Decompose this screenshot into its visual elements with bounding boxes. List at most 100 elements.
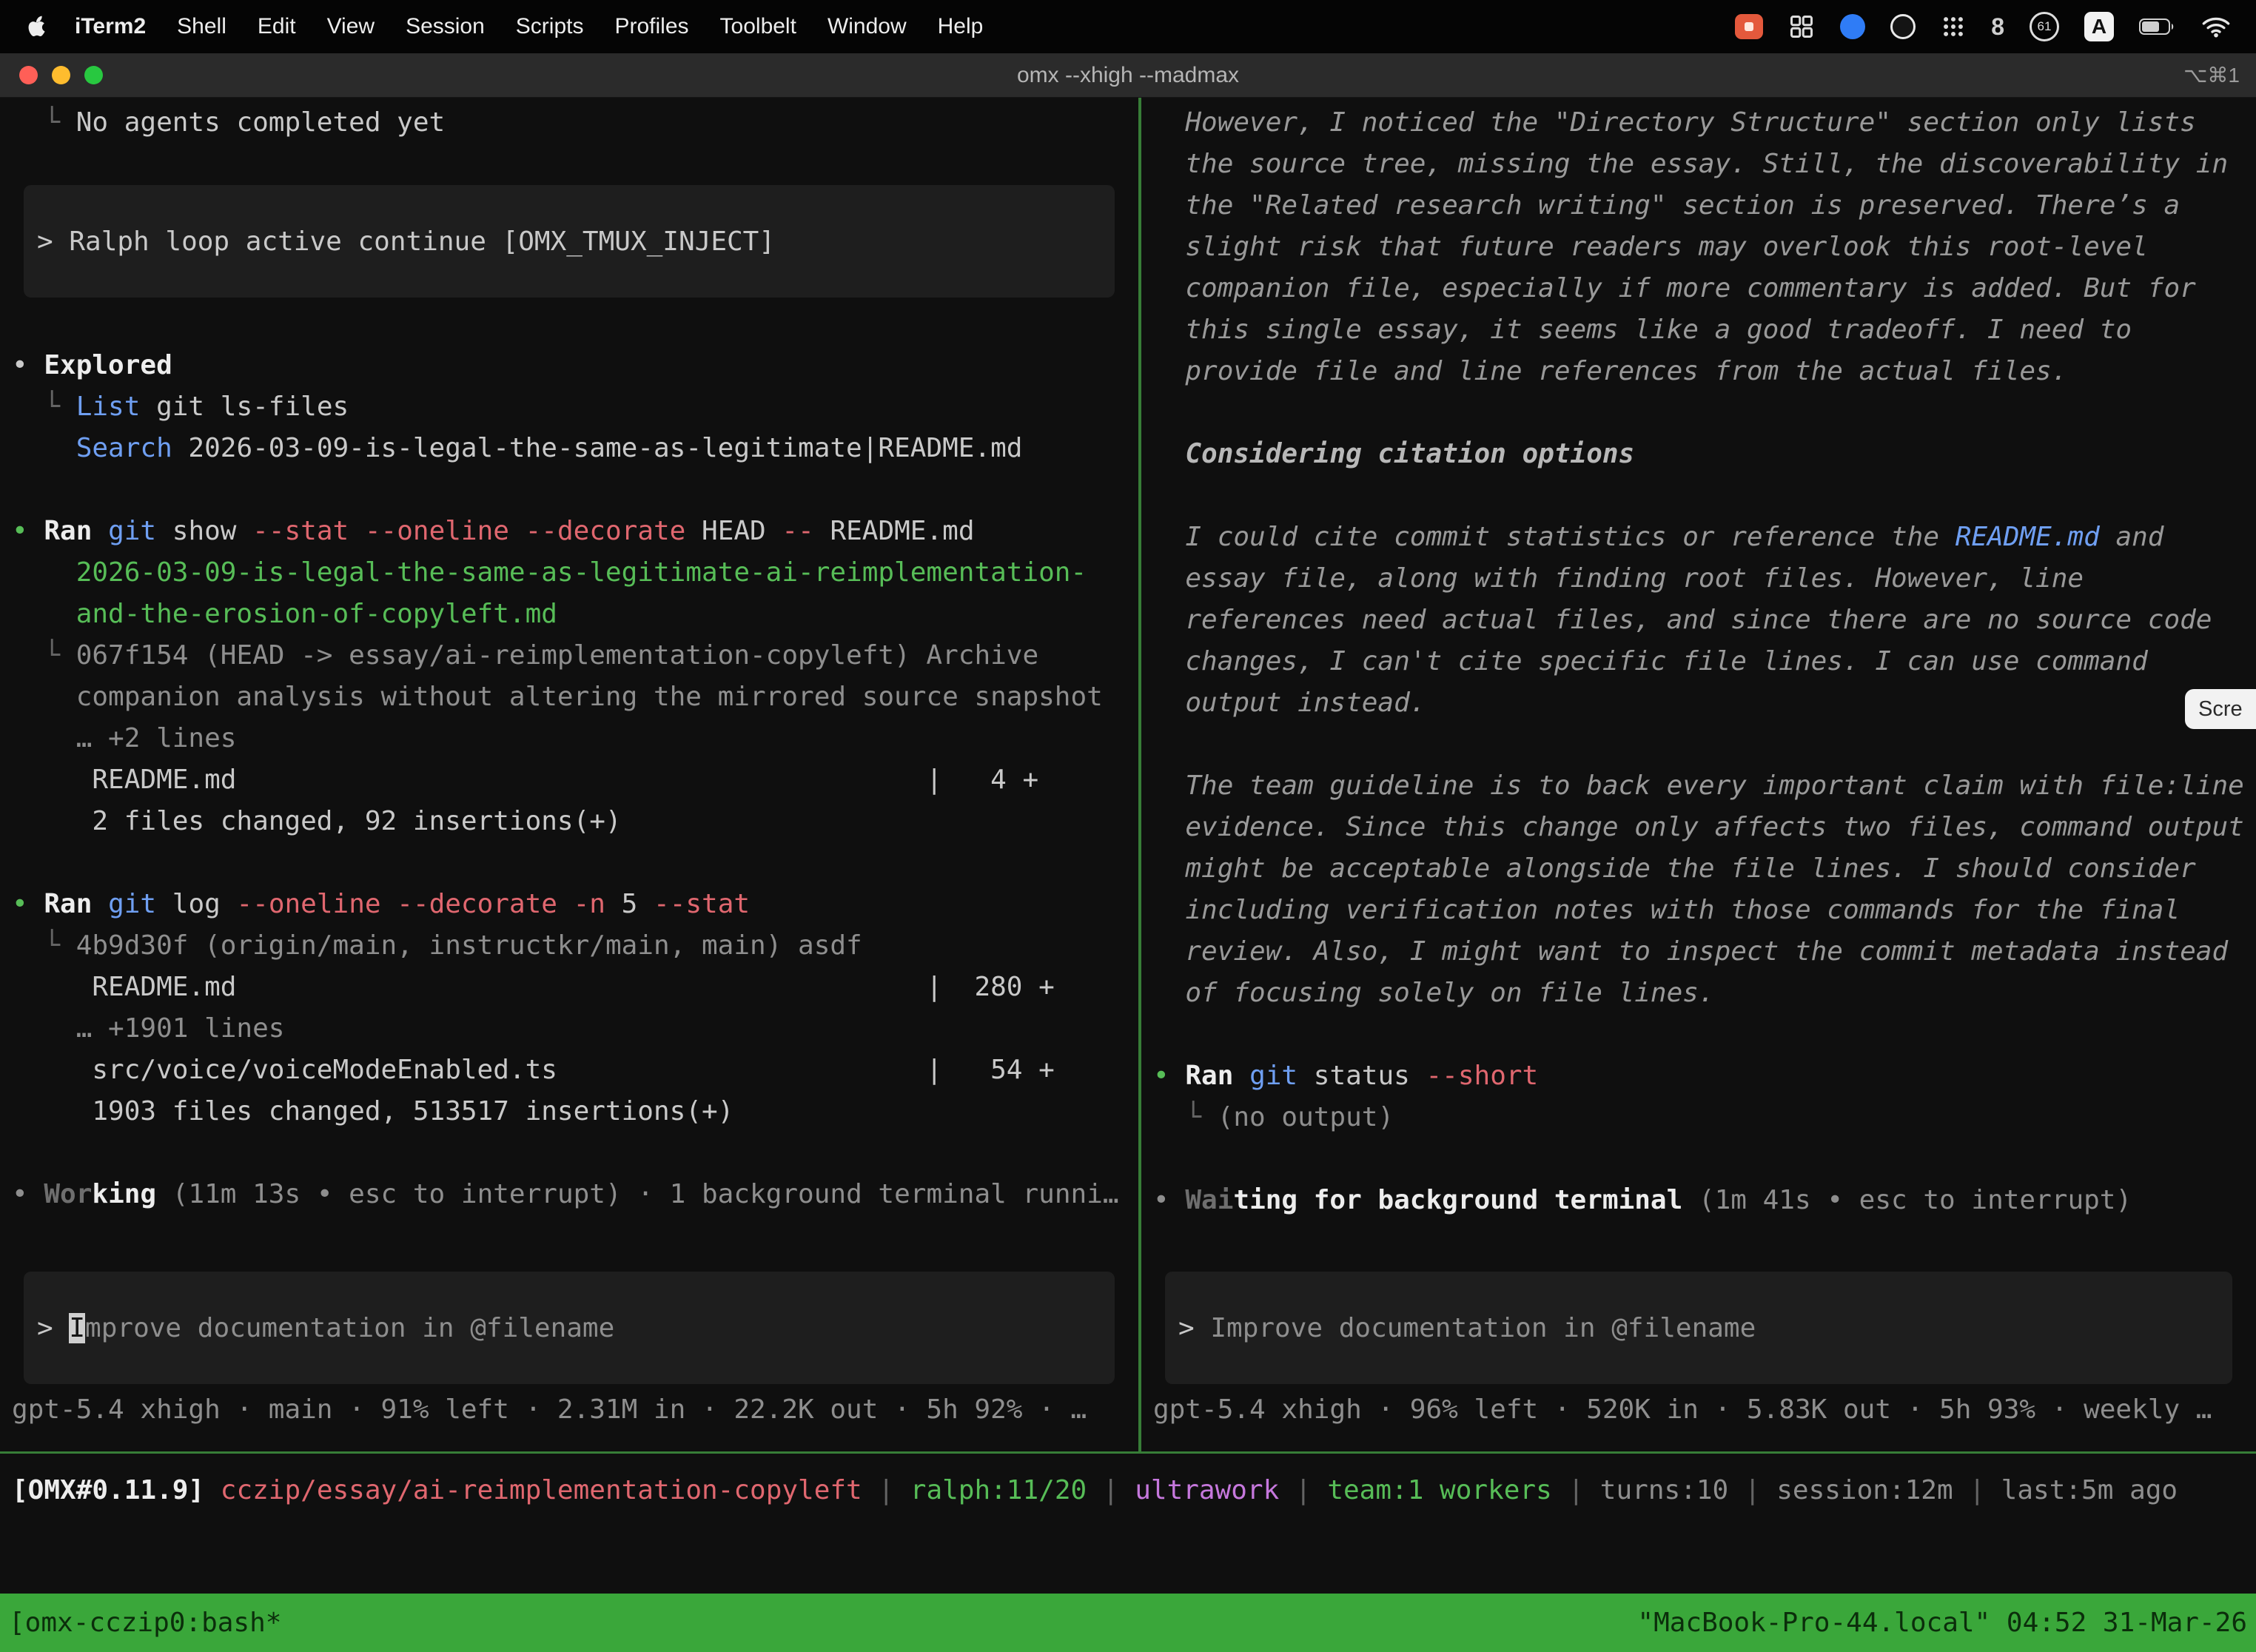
- dots-grid-icon[interactable]: [1941, 10, 1966, 43]
- window-grid-icon[interactable]: [1788, 10, 1815, 43]
- session-status-left: gpt-5.4 xhigh · main · 91% left · 2.31M …: [12, 1389, 1127, 1431]
- battery-icon[interactable]: [2139, 10, 2176, 43]
- screen-record-indicator-icon[interactable]: [1735, 14, 1763, 39]
- menu-bar: iTerm2 Shell Edit View Session Scripts P…: [0, 0, 2256, 53]
- wifi-icon[interactable]: [2201, 10, 2231, 43]
- left-pane-lines: • Explored └ List git ls-files Search 20…: [12, 345, 1127, 1215]
- terminal-line: … +1901 lines: [12, 1008, 1127, 1050]
- terminal-line: including verification notes with those …: [1153, 890, 2244, 931]
- terminal-line: • Ran git show --stat --oneline --decora…: [12, 511, 1127, 552]
- prompt-input-right[interactable]: > Improve documentation in @filename: [1165, 1272, 2232, 1384]
- menu-item-profiles[interactable]: Profiles: [599, 14, 704, 39]
- session-status-right: gpt-5.4 xhigh · 96% left · 520K in · 5.8…: [1153, 1389, 2244, 1431]
- terminal-line: [1153, 392, 2244, 434]
- terminal-line: [12, 144, 1127, 185]
- tmux-panes: └ No agents completed yet > Ralph loop a…: [0, 98, 2256, 1454]
- terminal-pane-right[interactable]: However, I noticed the "Directory Struct…: [1141, 98, 2256, 1451]
- left-pane-top-lines: └ No agents completed yet: [12, 102, 1127, 185]
- traffic-lights: [0, 66, 103, 84]
- terminal-line: src/voice/voiceModeEnabled.ts | 54 +: [12, 1050, 1127, 1091]
- terminal-line: and-the-erosion-of-copyleft.md: [12, 594, 1127, 635]
- terminal-line: essay file, along with finding root file…: [1153, 558, 2244, 600]
- terminal-line: [12, 1132, 1127, 1174]
- menu-item-view[interactable]: View: [312, 14, 390, 39]
- terminal-line: Considering citation options: [1153, 434, 2244, 475]
- menu-item-toolbelt[interactable]: Toolbelt: [705, 14, 812, 39]
- tmux-session-label: [omx-cczip0:bash*: [9, 1608, 281, 1638]
- window-title: omx --xhigh --madmax: [0, 63, 2256, 88]
- terminal-line: [1153, 1138, 2244, 1180]
- zoom-button[interactable]: [84, 66, 103, 84]
- terminal-line: this single essay, it seems like a good …: [1153, 309, 2244, 351]
- input-source-icon[interactable]: A: [2084, 12, 2114, 41]
- window-shortcut-badge: ⌥⌘1: [2183, 63, 2256, 87]
- desktop: { "colors": { "terminal_bg": "#0f0f0f", …: [0, 0, 2256, 1652]
- terminal-pane-left[interactable]: └ No agents completed yet > Ralph loop a…: [0, 98, 1138, 1451]
- terminal-line: • Waiting for background terminal (1m 41…: [1153, 1180, 2244, 1221]
- terminal-line: companion analysis without altering the …: [12, 676, 1127, 718]
- menu-item-session[interactable]: Session: [390, 14, 500, 39]
- terminal-line: Search 2026-03-09-is-legal-the-same-as-l…: [12, 428, 1127, 469]
- terminal-line: output instead.: [1153, 682, 2244, 724]
- terminal-line: The team guideline is to back every impo…: [1153, 765, 2244, 807]
- terminal-line: the source tree, missing the essay. Stil…: [1153, 144, 2244, 185]
- terminal-line: └ 067f154 (HEAD -> essay/ai-reimplementa…: [12, 635, 1127, 676]
- terminal-line: [12, 469, 1127, 511]
- close-button[interactable]: [19, 66, 38, 84]
- menu-item-help[interactable]: Help: [922, 14, 999, 39]
- terminal-line: [1153, 1014, 2244, 1055]
- terminal-line: • Ran git log --oneline --decorate -n 5 …: [12, 884, 1127, 925]
- dark-app-icon[interactable]: [1890, 14, 1916, 39]
- terminal-line: I could cite commit statistics or refere…: [1153, 517, 2244, 558]
- terminal-line: … +2 lines: [12, 718, 1127, 759]
- terminal-line: [12, 842, 1127, 884]
- terminal-line: companion file, especially if more comme…: [1153, 268, 2244, 309]
- terminal-window: └ No agents completed yet > Ralph loop a…: [0, 98, 2256, 1594]
- terminal-line: • Ran git status --short: [1153, 1055, 2244, 1097]
- prompt-input-left[interactable]: > Improve documentation in @filename: [24, 1272, 1115, 1384]
- terminal-line: references need actual files, and since …: [1153, 600, 2244, 641]
- window-title-bar: omx --xhigh --madmax ⌥⌘1: [0, 53, 2256, 98]
- terminal-line: └ (no output): [1153, 1097, 2244, 1138]
- apple-logo-icon: [25, 10, 47, 43]
- app-badge-8-icon[interactable]: 8: [1991, 10, 2004, 43]
- terminal-line: [1153, 724, 2244, 765]
- terminal-line: provide file and line references from th…: [1153, 351, 2244, 392]
- terminal-line: • Working (11m 13s • esc to interrupt) ·…: [12, 1174, 1127, 1215]
- terminal-line: README.md | 280 +: [12, 967, 1127, 1008]
- terminal-line: changes, I can't cite specific file line…: [1153, 641, 2244, 682]
- menu-item-iterm2[interactable]: iTerm2: [59, 14, 161, 39]
- right-pane-lines: However, I noticed the "Directory Struct…: [1153, 102, 2244, 1221]
- terminal-line: 1903 files changed, 513517 insertions(+): [12, 1091, 1127, 1132]
- terminal-line: might be acceptable alongside the file l…: [1153, 848, 2244, 890]
- terminal-line: └ List git ls-files: [12, 386, 1127, 428]
- terminal-line: └ 4b9d30f (origin/main, instructkr/main,…: [12, 925, 1127, 967]
- screen-share-tab[interactable]: Scre: [2185, 689, 2256, 729]
- screen-share-tab-label: Scre: [2198, 697, 2243, 722]
- blue-app-icon[interactable]: [1840, 14, 1865, 39]
- terminal-line: However, I noticed the "Directory Struct…: [1153, 102, 2244, 144]
- omx-status-line: [OMX#0.11.9] cczip/essay/ai-reimplementa…: [12, 1470, 2256, 1511]
- terminal-line: └ No agents completed yet: [12, 102, 1127, 144]
- tmux-status-bar: [omx-cczip0:bash* "MacBook-Pro-44.local"…: [0, 1594, 2256, 1652]
- terminal-line: 2 files changed, 92 insertions(+): [12, 801, 1127, 842]
- menu-item-shell[interactable]: Shell: [161, 14, 242, 39]
- terminal-line: [1153, 475, 2244, 517]
- menu-item-scripts[interactable]: Scripts: [500, 14, 600, 39]
- terminal-line: • Explored: [12, 345, 1127, 386]
- terminal-line: review. Also, I might want to inspect th…: [1153, 931, 2244, 973]
- gauge-61-icon[interactable]: 61: [2030, 12, 2059, 41]
- apple-menu[interactable]: [19, 10, 59, 43]
- terminal-line: of focusing solely on file lines.: [1153, 973, 2244, 1014]
- terminal-line: 2026-03-09-is-legal-the-same-as-legitima…: [12, 552, 1127, 594]
- minimize-button[interactable]: [52, 66, 70, 84]
- menu-item-edit[interactable]: Edit: [242, 14, 312, 39]
- terminal-line: slight risk that future readers may over…: [1153, 226, 2244, 268]
- terminal-line: README.md | 4 +: [12, 759, 1127, 801]
- terminal-line: the "Related research writing" section i…: [1153, 185, 2244, 226]
- inject-banner: > Ralph loop active continue [OMX_TMUX_I…: [24, 185, 1115, 298]
- terminal-line: evidence. Since this change only affects…: [1153, 807, 2244, 848]
- tmux-host-clock: "MacBook-Pro-44.local" 04:52 31-Mar-26: [1637, 1608, 2247, 1638]
- menu-bar-status-icons: 8 61 A: [1735, 10, 2237, 43]
- menu-item-window[interactable]: Window: [812, 14, 922, 39]
